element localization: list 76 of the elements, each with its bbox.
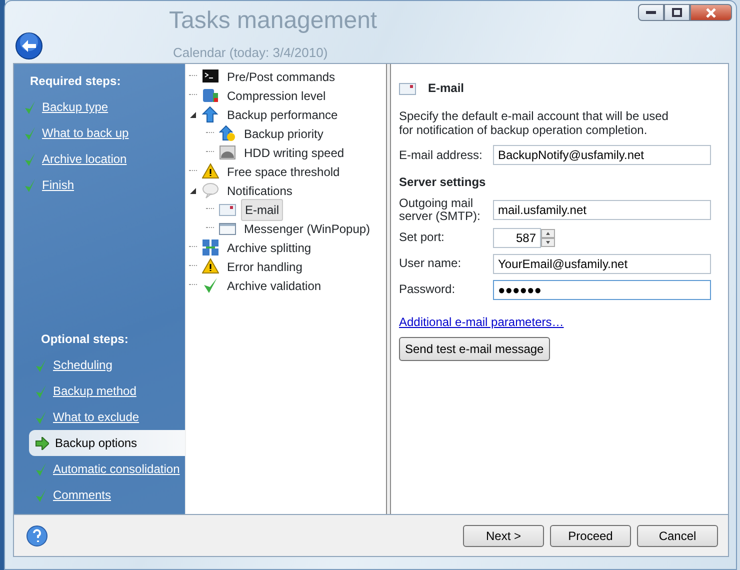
wizard-button[interactable]: Proceed <box>550 524 631 546</box>
field-label: Outgoing mail server (SMTP): <box>399 196 482 224</box>
tree-item[interactable]: Archive validation <box>224 276 324 296</box>
step-link[interactable]: Backup method <box>29 378 185 404</box>
window-icon <box>219 220 236 237</box>
warning-icon <box>202 163 219 180</box>
help-icon[interactable] <box>26 524 48 546</box>
spinner-icon[interactable] <box>541 228 555 247</box>
field-label: Password: <box>399 283 456 296</box>
minimize-button[interactable] <box>638 4 664 21</box>
step-link[interactable]: Finish <box>18 172 185 198</box>
close-button[interactable] <box>690 4 732 21</box>
envelope-icon <box>219 201 236 218</box>
text-field[interactable]: mail.usfamily.net <box>493 200 711 220</box>
step-link[interactable]: Archive location <box>18 146 185 172</box>
step-link[interactable]: What to back up <box>18 120 185 146</box>
speech-bubble-icon <box>202 182 219 199</box>
wizard-button[interactable]: Next > <box>463 524 544 546</box>
steps-heading: Optional steps: <box>40 331 130 348</box>
terminal-icon <box>202 68 219 85</box>
checkmark-icon <box>24 126 36 140</box>
up-arrow-icon <box>219 125 236 142</box>
port-field[interactable]: 587 <box>493 228 541 248</box>
step-link[interactable]: Scheduling <box>29 352 185 378</box>
text-field[interactable]: BackupNotify@usfamily.net <box>493 145 711 166</box>
field-label: Set port: <box>399 231 446 244</box>
field-label: E-mail address: <box>399 148 484 162</box>
expander-icon[interactable] <box>189 110 197 118</box>
back-button[interactable] <box>15 32 43 60</box>
wizard-button[interactable]: Cancel <box>637 524 718 546</box>
checkmark-icon <box>35 410 47 424</box>
send-test-button[interactable]: Send test e-mail message <box>399 337 550 362</box>
tree-item[interactable]: Pre/Post commands <box>224 66 338 86</box>
section-heading: Server settings <box>399 174 487 191</box>
tree-item[interactable]: Error handling <box>224 256 306 276</box>
parameters-link[interactable]: Additional e-mail parameters… <box>399 315 564 330</box>
close-icon <box>705 8 717 18</box>
tree-item[interactable]: Compression level <box>224 86 329 106</box>
maximize-button[interactable] <box>664 4 690 21</box>
field-label: User name: <box>399 257 462 270</box>
step-link[interactable]: Backup options <box>29 430 185 456</box>
background-window-subtitle: Calendar (today: 3/4/2010) <box>173 44 328 62</box>
checkmark-icon <box>35 358 47 372</box>
checkmark-icon <box>24 100 36 114</box>
tree-item[interactable]: Notifications <box>224 180 296 200</box>
step-link[interactable]: What to exclude <box>29 404 185 430</box>
step-link[interactable]: Backup type <box>18 94 185 120</box>
text-field[interactable]: YourEmail@usfamily.net <box>493 254 711 274</box>
text-field[interactable]: ●●●●●● <box>493 280 711 300</box>
maximize-icon <box>672 8 682 17</box>
description-text: Specify the default e-mail account that will be used for notification of backup operation completion. <box>399 109 670 138</box>
checkmark-icon <box>35 462 47 476</box>
tree-item[interactable]: E-mail <box>241 198 284 220</box>
tree-item[interactable]: Messenger (WinPopup) <box>241 218 374 238</box>
checkmark-icon <box>202 277 219 294</box>
checkmark-icon <box>24 152 36 166</box>
tree-item[interactable]: Archive splitting <box>224 238 314 258</box>
arrow-icon <box>35 436 49 450</box>
step-link[interactable]: Comments <box>29 482 185 508</box>
checkmark-icon <box>35 384 47 398</box>
checkmark-icon <box>35 488 47 502</box>
up-arrow-icon <box>202 106 219 123</box>
minimize-icon <box>646 10 656 14</box>
split-arrows-icon <box>202 239 219 256</box>
background-window-title: Tasks management <box>169 6 378 36</box>
tree-item[interactable]: Backup performance <box>224 104 341 124</box>
steps-heading: Required steps: <box>29 73 122 90</box>
expander-icon[interactable] <box>189 186 197 194</box>
step-link[interactable]: Automatic consolidation <box>29 456 185 482</box>
checkmark-icon <box>24 178 36 192</box>
warning-icon <box>202 258 219 275</box>
tree-item[interactable]: HDD writing speed <box>241 142 348 162</box>
database-icon <box>202 87 219 104</box>
tree-item[interactable]: Backup priority <box>241 124 326 144</box>
tree-item[interactable]: Free space threshold <box>224 162 343 182</box>
panel-title: E-mail <box>428 80 464 97</box>
